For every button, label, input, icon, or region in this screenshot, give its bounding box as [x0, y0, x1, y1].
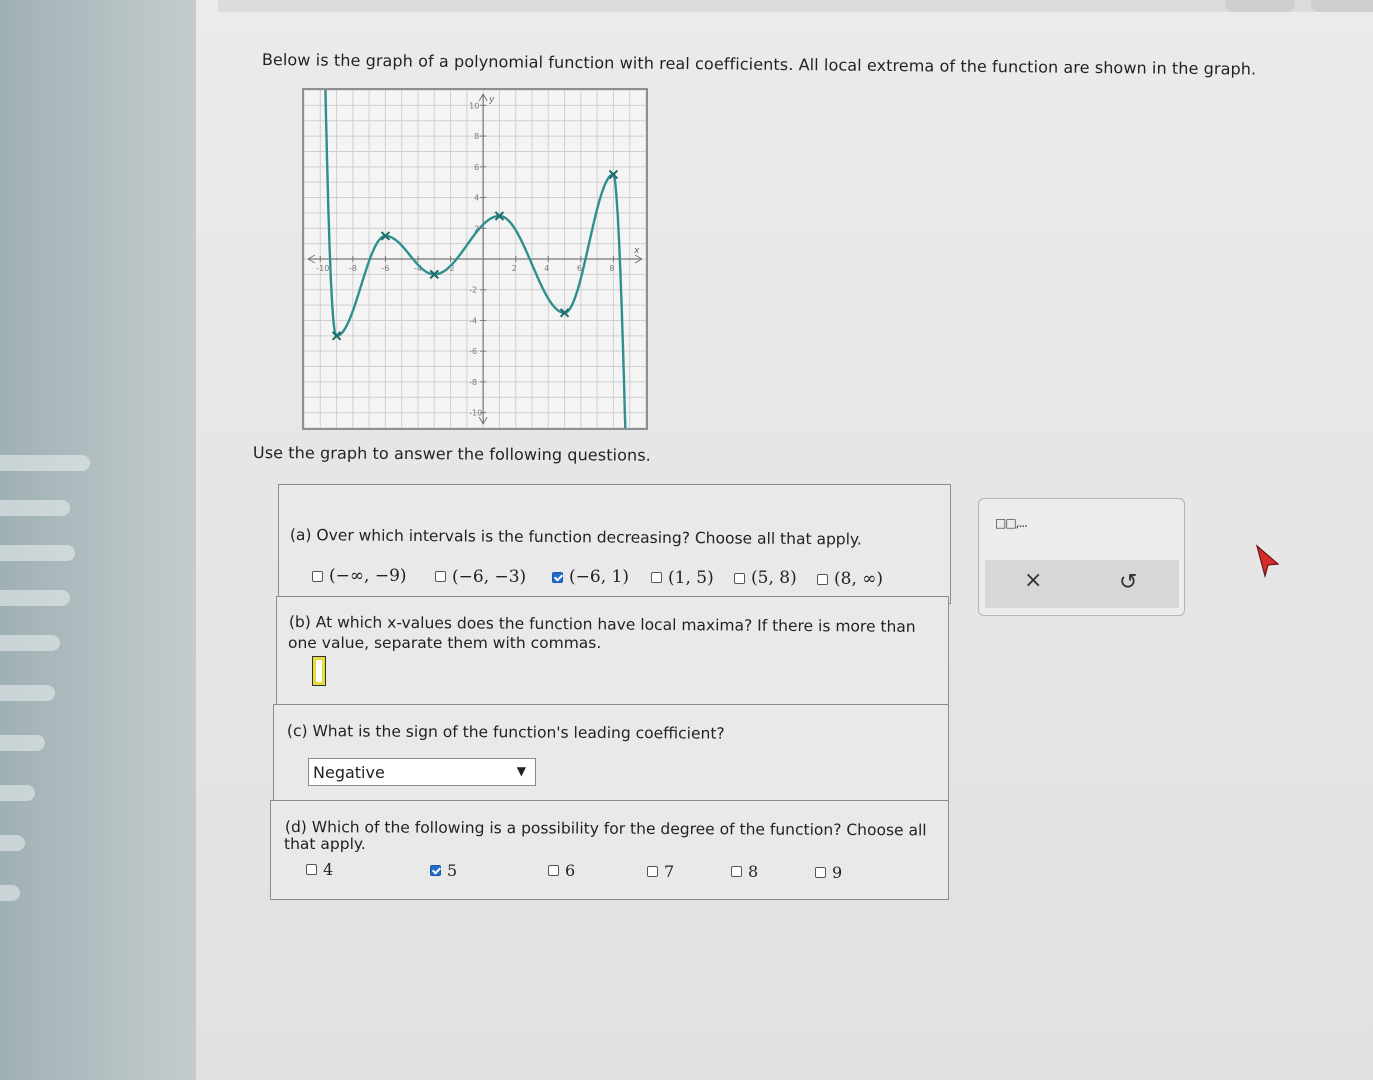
interval-option-label: (5, 8) — [751, 568, 797, 589]
degree-option-label: 7 — [664, 861, 675, 881]
instruction-text: Use the graph to answer the following qu… — [252, 443, 651, 465]
checkbox-icon[interactable] — [312, 570, 323, 582]
y-tick-label: -10 — [469, 409, 482, 418]
interval-option[interactable]: (5, 8) — [734, 568, 797, 588]
interval-option-label: (−6, 1) — [569, 567, 629, 588]
x-tick-label: -6 — [381, 264, 389, 273]
interval-option-label: (−∞, −9) — [329, 566, 407, 586]
interval-option[interactable]: (−∞, −9) — [312, 566, 407, 586]
interval-option-label: (−6, −3) — [452, 566, 527, 587]
degree-option[interactable]: 4 — [306, 860, 333, 879]
degree-option-label: 6 — [565, 861, 576, 881]
y-tick-label: 8 — [474, 132, 479, 141]
part-b-question-line2: one value, separate them with commas. — [288, 634, 602, 652]
graph-svg: -10 -8 -6 -4 -2 2 4 6 8108642-2-4-6-8-10 x y — [303, 74, 647, 437]
x-tick-label: 4 — [544, 264, 549, 273]
y-tick-label: -6 — [469, 347, 477, 356]
checkbox-icon[interactable] — [306, 864, 317, 875]
checkbox-icon[interactable] — [731, 866, 742, 878]
y-tick-label: 4 — [474, 194, 479, 203]
interval-option-label: (1, 5) — [668, 567, 714, 588]
background-left — [0, 0, 200, 1080]
degree-option-label: 5 — [447, 860, 458, 880]
y-tick-label: 10 — [469, 101, 479, 110]
checkbox-icon[interactable] — [430, 864, 441, 876]
degree-option[interactable]: 5 — [430, 861, 457, 880]
degree-option-label: 4 — [323, 860, 334, 879]
interval-option[interactable]: (−6, 1) — [552, 567, 629, 587]
y-tick-label: -2 — [469, 286, 477, 295]
part-d-question-line1: (d) Which of the following is a possibil… — [284, 818, 927, 840]
interval-option[interactable]: (8, ∞) — [817, 569, 883, 589]
checkbox-icon[interactable] — [435, 571, 446, 583]
x-tick-label: 8 — [609, 264, 614, 273]
undo-icon[interactable]: ↺ — [1119, 570, 1137, 595]
leading-coefficient-select[interactable]: Negative ▼ — [308, 758, 536, 786]
interval-option-label: (8, ∞) — [834, 569, 884, 589]
mouse-cursor-icon — [1255, 544, 1280, 579]
degree-option[interactable]: 7 — [647, 862, 674, 881]
part-c-question: (c) What is the sign of the function's l… — [286, 722, 725, 743]
part-c-box — [273, 704, 949, 808]
checkbox-icon[interactable] — [552, 571, 563, 583]
x-tick-label: -8 — [349, 264, 357, 273]
tools-bar — [985, 560, 1179, 608]
x-tick-label: 6 — [577, 264, 582, 273]
interval-option[interactable]: (1, 5) — [651, 568, 714, 588]
y-tick-label: -8 — [469, 378, 477, 387]
y-tick-label: 6 — [474, 163, 479, 172]
checkbox-icon[interactable] — [815, 867, 826, 878]
local-maxima-input[interactable] — [312, 656, 326, 686]
y-axis-label: y — [488, 95, 495, 105]
clear-icon[interactable]: × — [1024, 568, 1042, 593]
dropdown-arrow-icon: ▼ — [516, 764, 526, 778]
palette-icon[interactable]: □□,... — [995, 516, 1028, 530]
degree-option[interactable]: 9 — [815, 863, 842, 882]
polynomial-graph: -10 -8 -6 -4 -2 2 4 6 8 10 8 6 4 2 -2 -4 -6 -8 -10 x y — [302, 74, 648, 437]
part-d-question-line2: that apply. — [284, 835, 366, 853]
degree-option[interactable]: 6 — [548, 861, 575, 880]
degree-option-label: 9 — [832, 863, 843, 882]
checkbox-icon[interactable] — [651, 572, 662, 584]
degree-option-label: 8 — [748, 862, 759, 882]
interval-option[interactable]: (−6, −3) — [435, 567, 526, 587]
x-axis-label: x — [633, 246, 640, 256]
part-d-box — [270, 800, 949, 900]
x-tick-label: 2 — [512, 264, 517, 273]
select-value: Negative — [313, 763, 385, 782]
y-tick-label: -4 — [469, 316, 477, 325]
checkbox-icon[interactable] — [817, 573, 828, 585]
top-bar — [218, 0, 1373, 12]
checkbox-icon[interactable] — [548, 865, 559, 877]
graph-axes — [307, 93, 643, 425]
checkbox-icon[interactable] — [647, 865, 658, 877]
checkbox-icon[interactable] — [734, 572, 745, 584]
degree-option[interactable]: 8 — [731, 862, 758, 881]
x-tick-label: -10 — [316, 264, 329, 273]
